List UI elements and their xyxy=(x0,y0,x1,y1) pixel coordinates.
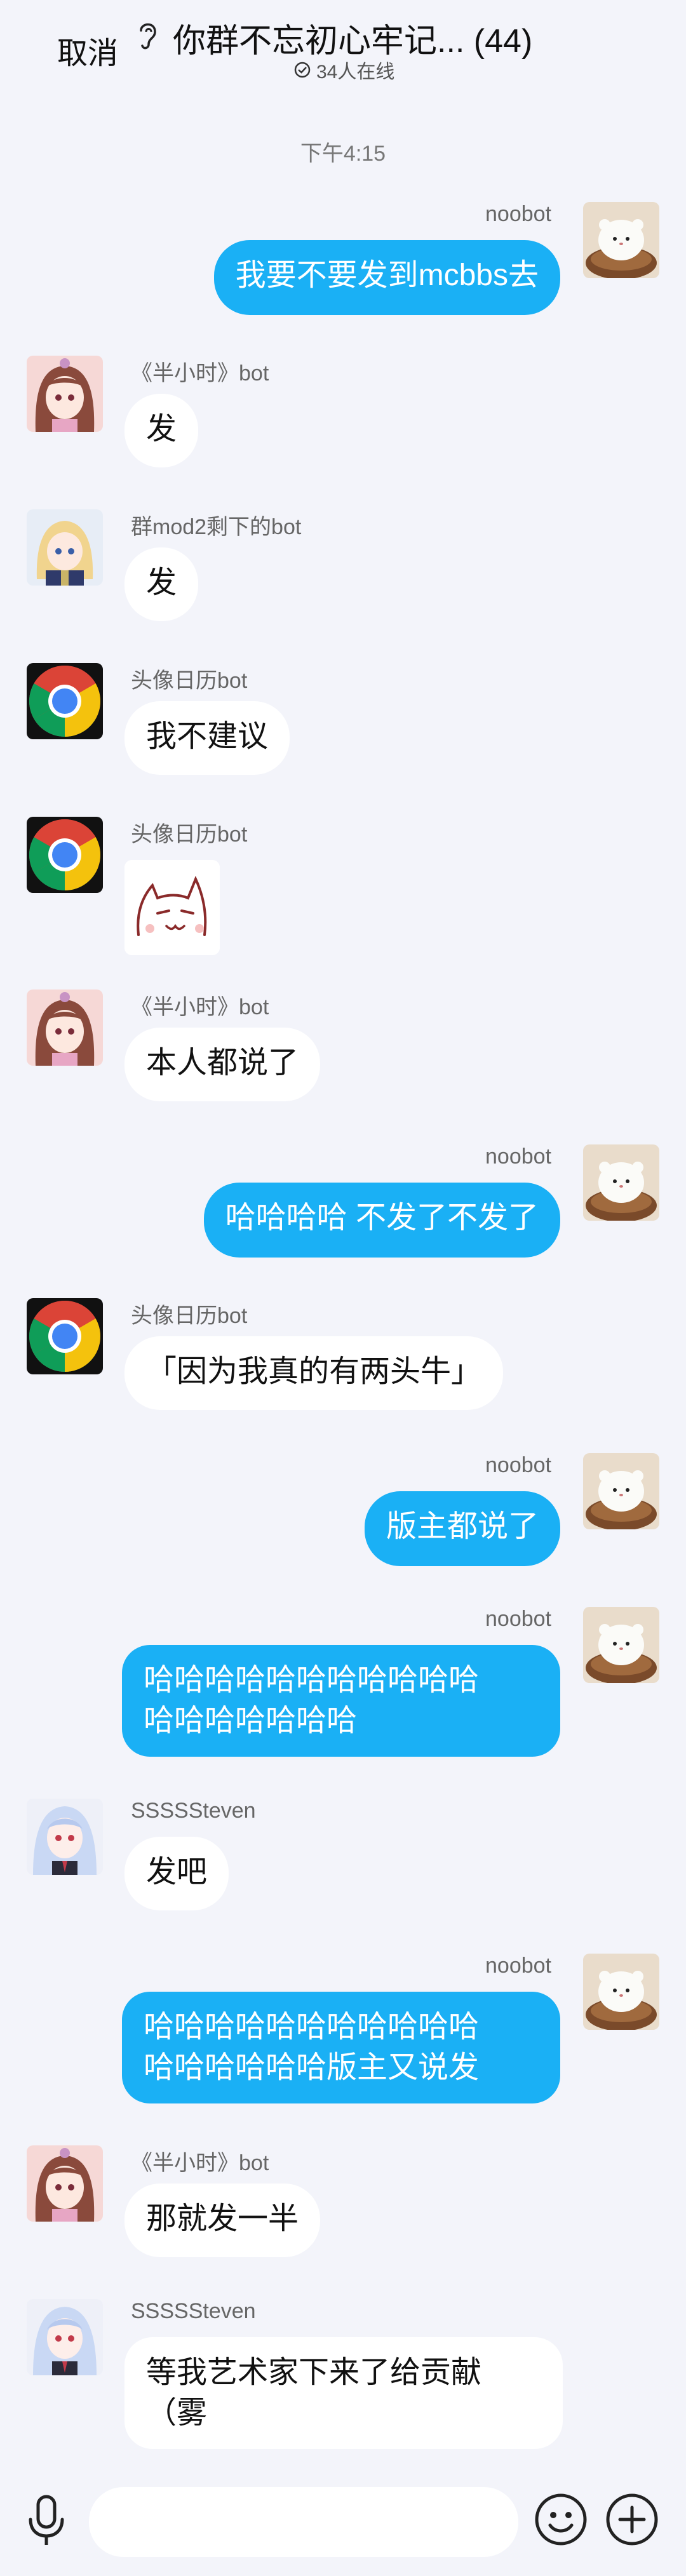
anime-girl-blonde-avatar[interactable] xyxy=(27,509,103,586)
message-bubble[interactable]: 发 xyxy=(124,547,199,621)
message-bubble[interactable]: 哈哈哈哈哈哈哈哈哈哈哈 哈哈哈哈哈哈版主又说发 xyxy=(122,1992,560,2103)
sender-name: SSSSSteven xyxy=(131,2299,256,2323)
message-bubble[interactable]: 我要不要发到mcbbs去 xyxy=(213,240,560,315)
sender-name: noobot xyxy=(485,202,551,226)
chrome-logo-avatar[interactable] xyxy=(27,663,103,739)
sender-name: 头像日历bot xyxy=(131,669,248,693)
chrome-logo-avatar[interactable] xyxy=(27,1298,103,1374)
sender-name: noobot xyxy=(485,1144,551,1169)
message-bubble[interactable]: 发吧 xyxy=(124,1837,229,1910)
online-count-label: 34人在线 xyxy=(316,62,395,83)
sender-name: SSSSSteven xyxy=(131,1799,256,1823)
chrome-logo-avatar[interactable] xyxy=(27,817,103,893)
message-bubble[interactable]: 哈哈哈哈 不发了不发了 xyxy=(203,1183,560,1258)
sender-name: noobot xyxy=(485,1453,551,1477)
message-bubble[interactable]: 本人都说了 xyxy=(124,1028,321,1101)
microphone-icon[interactable] xyxy=(25,2493,67,2550)
input-bar xyxy=(0,2477,686,2576)
white-cat-avatar[interactable] xyxy=(583,1954,659,2030)
message-bubble[interactable]: 版主都说了 xyxy=(364,1491,560,1566)
message-bubble[interactable]: 我不建议 xyxy=(124,701,290,775)
sender-name: 头像日历bot xyxy=(131,822,248,847)
white-cat-avatar[interactable] xyxy=(583,1607,659,1683)
anime-girl-pink-avatar[interactable] xyxy=(27,989,103,1066)
anime-girl-pink-avatar[interactable] xyxy=(27,2145,103,2222)
emoji-icon[interactable] xyxy=(532,2491,589,2548)
anime-girl-blue-avatar[interactable] xyxy=(27,2299,103,2375)
message-bubble[interactable]: 发 xyxy=(124,394,199,467)
plus-icon[interactable] xyxy=(603,2491,661,2548)
white-cat-avatar[interactable] xyxy=(583,1144,659,1221)
cat-face-sticker[interactable] xyxy=(124,860,220,955)
white-cat-avatar[interactable] xyxy=(583,1453,659,1529)
online-count: 34人在线 xyxy=(293,56,394,84)
message-bubble[interactable]: 哈哈哈哈哈哈哈哈哈哈哈 哈哈哈哈哈哈哈 xyxy=(122,1645,560,1757)
message-bubble[interactable]: 「因为我真的有两头牛」 xyxy=(124,1336,504,1410)
message-input[interactable] xyxy=(89,2487,518,2557)
anime-girl-pink-avatar[interactable] xyxy=(27,356,103,432)
chat-title[interactable]: 你群不忘初心牢记... (44) xyxy=(173,14,532,62)
check-circle-icon xyxy=(294,62,311,78)
anime-girl-blue-avatar[interactable] xyxy=(27,1799,103,1875)
sender-name: 《半小时》bot xyxy=(131,2151,269,2175)
sender-name: 群mod2剩下的bot xyxy=(131,515,302,539)
message-bubble[interactable]: 等我艺术家下来了给贡献 （雾 xyxy=(124,2337,563,2449)
cancel-button[interactable]: 取消 xyxy=(57,28,118,72)
ear-icon xyxy=(140,23,156,50)
sender-name: 头像日历bot xyxy=(131,1304,248,1328)
sender-name: noobot xyxy=(485,1607,551,1631)
white-cat-avatar[interactable] xyxy=(583,202,659,278)
chat-header: 取消 你群不忘初心牢记... (44) 34人在线 xyxy=(0,0,686,95)
timestamp: 下午4:15 xyxy=(300,142,386,166)
sender-name: 《半小时》bot xyxy=(131,361,269,386)
message-bubble[interactable]: 那就发一半 xyxy=(124,2184,321,2257)
sender-name: 《半小时》bot xyxy=(131,995,269,1019)
sender-name: noobot xyxy=(485,1954,551,1978)
